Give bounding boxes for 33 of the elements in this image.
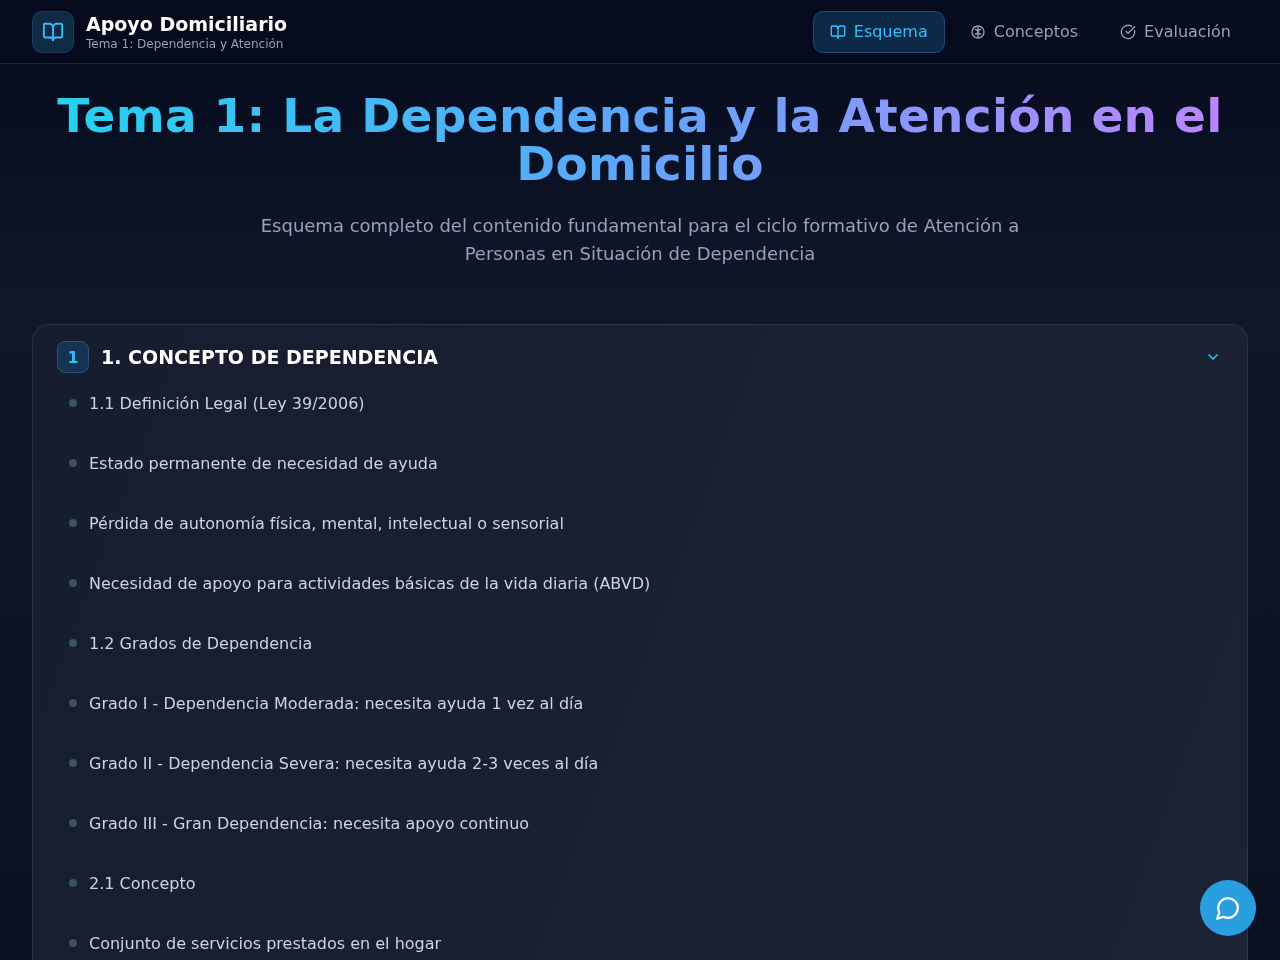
- outline-item: 1.1 Definición Legal (Ley 39/2006): [89, 393, 365, 413]
- section-number: 1: [57, 341, 89, 373]
- nav-tab[interactable]: Esquema: [812, 10, 945, 53]
- outline-item: Necesidad de apoyo para actividades básicas de la vida diaria (ABVD): [89, 573, 651, 593]
- outline-item: Grado I - Dependencia Moderada: necesita ayuda 1 vez al día: [89, 693, 584, 713]
- app-title: Apoyo Domiciliario: [86, 11, 288, 36]
- bullet-dot: [69, 939, 77, 947]
- book-icon: [829, 23, 846, 40]
- bullet-dot: [69, 759, 77, 767]
- outline-item: Grado II - Dependencia Severa: necesita ayuda 2-3 veces al día: [89, 753, 599, 773]
- outline-item: Pérdida de autonomía física, mental, intelectual o sensorial: [89, 513, 564, 533]
- brain-icon: [969, 23, 986, 40]
- outline-item: Conjunto de servicios prestados en el hogar: [89, 933, 442, 953]
- chat-bubble-icon: [1215, 895, 1241, 921]
- bullet-dot: [69, 579, 77, 587]
- book-icon: [32, 10, 74, 53]
- bullet-dot: [69, 639, 77, 647]
- bullet-dot: [69, 519, 77, 527]
- bullet-dot: [69, 399, 77, 407]
- bullet-dot: [69, 699, 77, 707]
- outline-item: 1.2 Grados de Dependencia: [89, 633, 313, 653]
- outline-item: 2.1 Concepto: [89, 873, 196, 893]
- bullet-dot: [69, 879, 77, 887]
- page-description: Esquema completo del contenido fundamental para el ciclo formativo de Atención a Personas en Situación de Dependencia: [259, 214, 1021, 266]
- bullet-dot: [69, 819, 77, 827]
- app-subtitle: Tema 1: Dependencia y Atención: [86, 35, 285, 52]
- section-title: 1. CONCEPTO DE DEPENDENCIA: [101, 346, 439, 368]
- bullet-dot: [69, 459, 77, 467]
- nav-tab[interactable]: Evaluación: [1103, 10, 1248, 53]
- outline-item: Estado permanente de necesidad de ayuda: [89, 453, 438, 473]
- outline-item: Grado III - Gran Dependencia: necesita apoyo continuo: [89, 813, 530, 833]
- check-circle-icon: [1120, 23, 1137, 40]
- nav-tab[interactable]: Conceptos: [952, 10, 1096, 53]
